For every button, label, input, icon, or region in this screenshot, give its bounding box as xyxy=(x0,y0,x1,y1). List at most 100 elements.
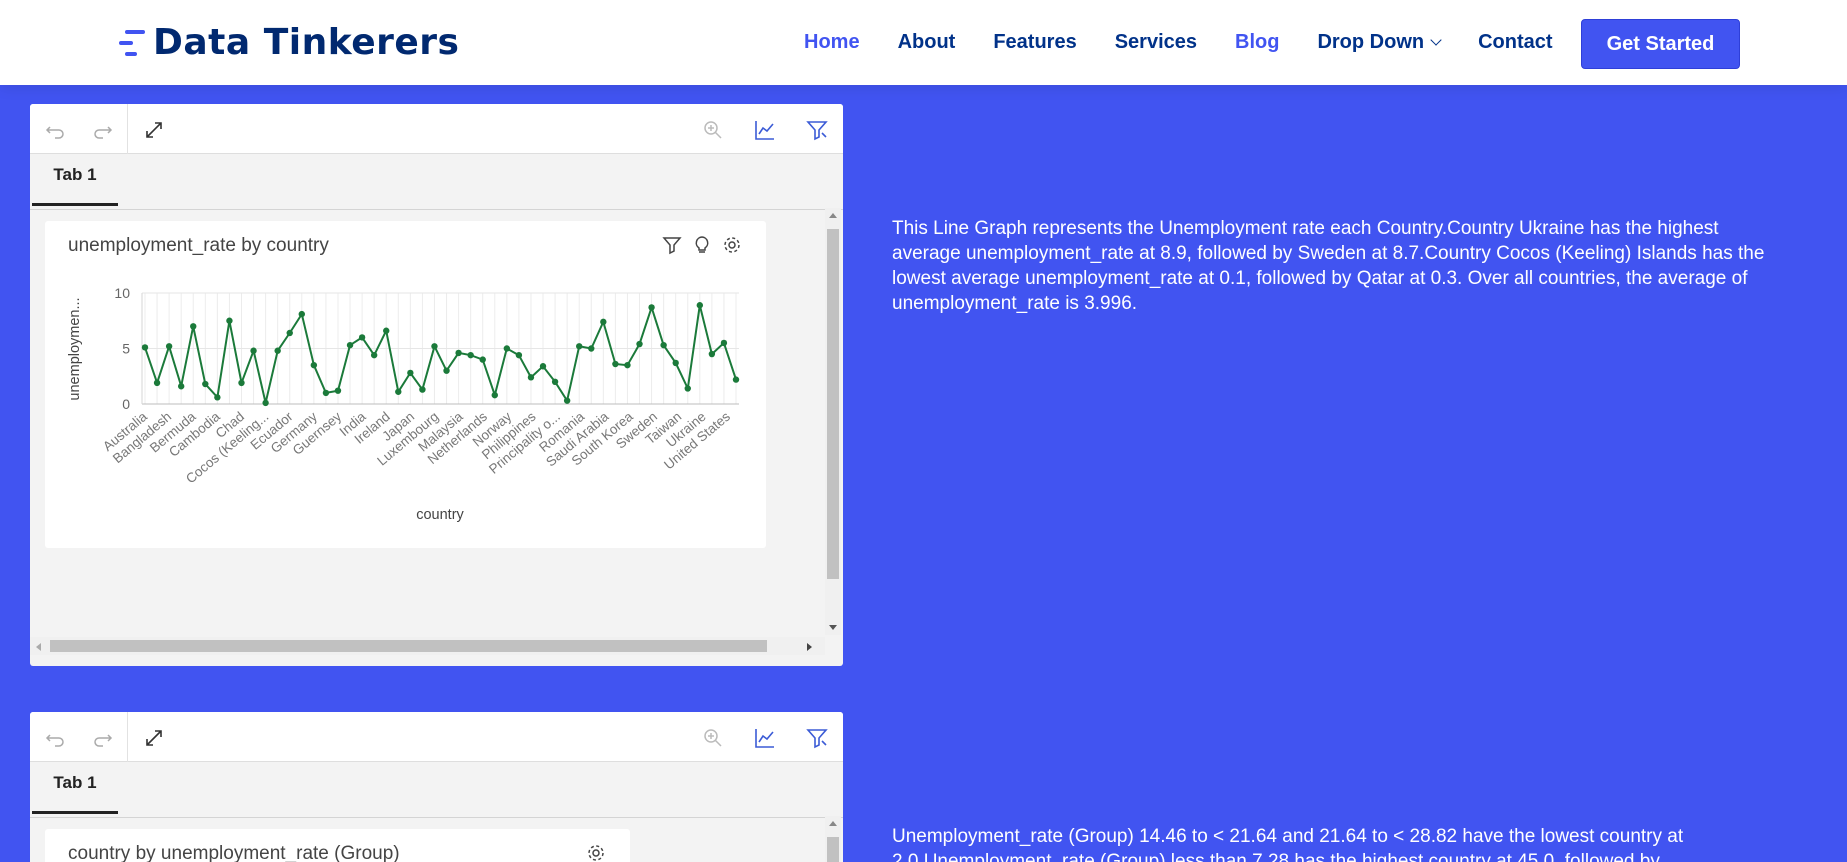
nav-dropdown[interactable]: Drop Down xyxy=(1317,31,1442,54)
data-point xyxy=(238,379,245,387)
panel-tabs: Tab 1 xyxy=(30,762,843,818)
data-point xyxy=(503,345,511,352)
settings-gear-icon[interactable] xyxy=(586,843,606,862)
series-line xyxy=(144,304,737,404)
nav-blog[interactable]: Blog xyxy=(1235,31,1279,54)
nav-about[interactable]: About xyxy=(898,31,956,54)
expand-icon[interactable] xyxy=(143,727,165,749)
nav-home[interactable]: Home xyxy=(804,31,860,54)
scroll-up-icon[interactable] xyxy=(828,211,838,219)
data-point xyxy=(177,383,185,390)
undo-icon[interactable] xyxy=(44,727,66,749)
data-point xyxy=(407,369,414,377)
filter-icon[interactable] xyxy=(806,119,828,141)
panel-toolbar xyxy=(30,104,843,154)
chart-description-1: This Line Graph represents the Unemploym… xyxy=(892,218,1765,314)
redo-icon[interactable] xyxy=(92,119,114,141)
panel-toolbar xyxy=(30,712,843,762)
zoom-icon[interactable] xyxy=(702,727,724,749)
horizontal-scrollbar[interactable] xyxy=(30,637,825,655)
vertical-scroll-thumb[interactable] xyxy=(827,837,839,862)
data-point xyxy=(274,347,281,354)
get-started-button[interactable]: Get Started xyxy=(1581,19,1740,69)
visual-panel-2: Tab 1 country by unemployment_rate (Grou… xyxy=(30,712,843,862)
logo[interactable]: Data Tinkerers xyxy=(119,22,459,63)
data-point xyxy=(383,327,390,334)
data-point xyxy=(479,356,486,363)
zoom-icon[interactable] xyxy=(702,119,724,141)
chart-description-2: Unemployment_rate (Group) 14.46 to < 21.… xyxy=(892,826,1684,862)
y-tick-label: 0 xyxy=(122,396,130,412)
data-point xyxy=(696,302,704,309)
tab-1[interactable]: Tab 1 xyxy=(32,154,118,206)
scroll-down-icon[interactable] xyxy=(828,624,838,632)
line-chart-icon[interactable] xyxy=(754,119,776,141)
line-chart-icon[interactable] xyxy=(754,727,776,749)
data-point xyxy=(262,399,269,407)
line-chart: 0510AustraliaBangladeshBermudaCambodiaCh… xyxy=(67,285,740,523)
undo-icon[interactable] xyxy=(44,119,66,141)
data-point xyxy=(467,351,474,359)
data-point xyxy=(358,334,366,341)
nav-dropdown-label: Drop Down xyxy=(1317,31,1425,53)
data-point xyxy=(732,376,740,383)
data-point xyxy=(708,350,716,358)
data-point xyxy=(684,385,691,392)
site-header: Data Tinkerers Home About Features Servi… xyxy=(0,0,1847,85)
data-point xyxy=(515,351,523,359)
data-point xyxy=(491,391,498,399)
data-point xyxy=(612,360,619,368)
scroll-up-icon[interactable] xyxy=(828,819,838,827)
vertical-scrollbar[interactable] xyxy=(825,208,841,635)
nav-contact[interactable]: Contact xyxy=(1478,31,1552,54)
expand-icon[interactable] xyxy=(143,119,165,141)
data-point xyxy=(527,374,535,381)
data-point xyxy=(202,380,209,388)
logo-icon xyxy=(119,26,147,60)
data-point xyxy=(648,304,655,311)
data-point xyxy=(250,347,257,354)
data-point xyxy=(455,349,462,357)
vertical-scroll-thumb[interactable] xyxy=(827,229,839,579)
toolbar-separator xyxy=(127,712,128,762)
nav-features[interactable]: Features xyxy=(993,31,1076,54)
scroll-right-icon[interactable] xyxy=(806,642,814,652)
y-tick-label: 10 xyxy=(114,285,130,301)
data-point xyxy=(600,318,607,326)
data-point xyxy=(165,343,173,350)
chart-card: country by unemployment_rate (Group) xyxy=(45,829,630,862)
data-point xyxy=(322,389,330,397)
chart-card: unemployment_rate by country 0 5 10 Austral… xyxy=(45,221,766,548)
nav-services[interactable]: Services xyxy=(1115,31,1197,54)
logo-text: Data Tinkerers xyxy=(153,22,460,63)
vertical-scrollbar[interactable] xyxy=(825,816,841,862)
chart-card-title: country by unemployment_rate (Group) xyxy=(68,843,400,862)
data-point xyxy=(395,388,402,395)
data-point xyxy=(310,361,318,369)
data-point xyxy=(298,310,305,318)
data-point xyxy=(334,387,342,394)
y-axis-title: unemploymen... xyxy=(67,297,83,400)
tab-1[interactable]: Tab 1 xyxy=(32,762,118,814)
redo-icon[interactable] xyxy=(92,727,114,749)
data-point xyxy=(153,379,161,387)
data-point xyxy=(141,344,149,351)
data-point xyxy=(214,394,221,401)
data-point xyxy=(576,343,583,350)
data-point xyxy=(720,339,728,347)
data-point xyxy=(443,367,450,374)
main-nav: Home About Features Services Blog Drop D… xyxy=(804,0,1591,85)
toolbar-separator xyxy=(127,104,128,154)
data-point xyxy=(419,386,426,393)
tab-1-label: Tab 1 xyxy=(53,164,97,184)
data-point xyxy=(660,341,667,349)
tab-1-label: Tab 1 xyxy=(53,772,97,792)
data-point xyxy=(226,317,233,324)
panel-tabs: Tab 1 xyxy=(30,154,843,210)
horizontal-scroll-thumb[interactable] xyxy=(50,640,767,652)
filter-icon[interactable] xyxy=(806,727,828,749)
y-tick-label: 5 xyxy=(122,341,130,357)
data-point xyxy=(636,340,643,348)
scroll-left-icon[interactable] xyxy=(34,642,42,652)
data-point xyxy=(286,329,293,337)
